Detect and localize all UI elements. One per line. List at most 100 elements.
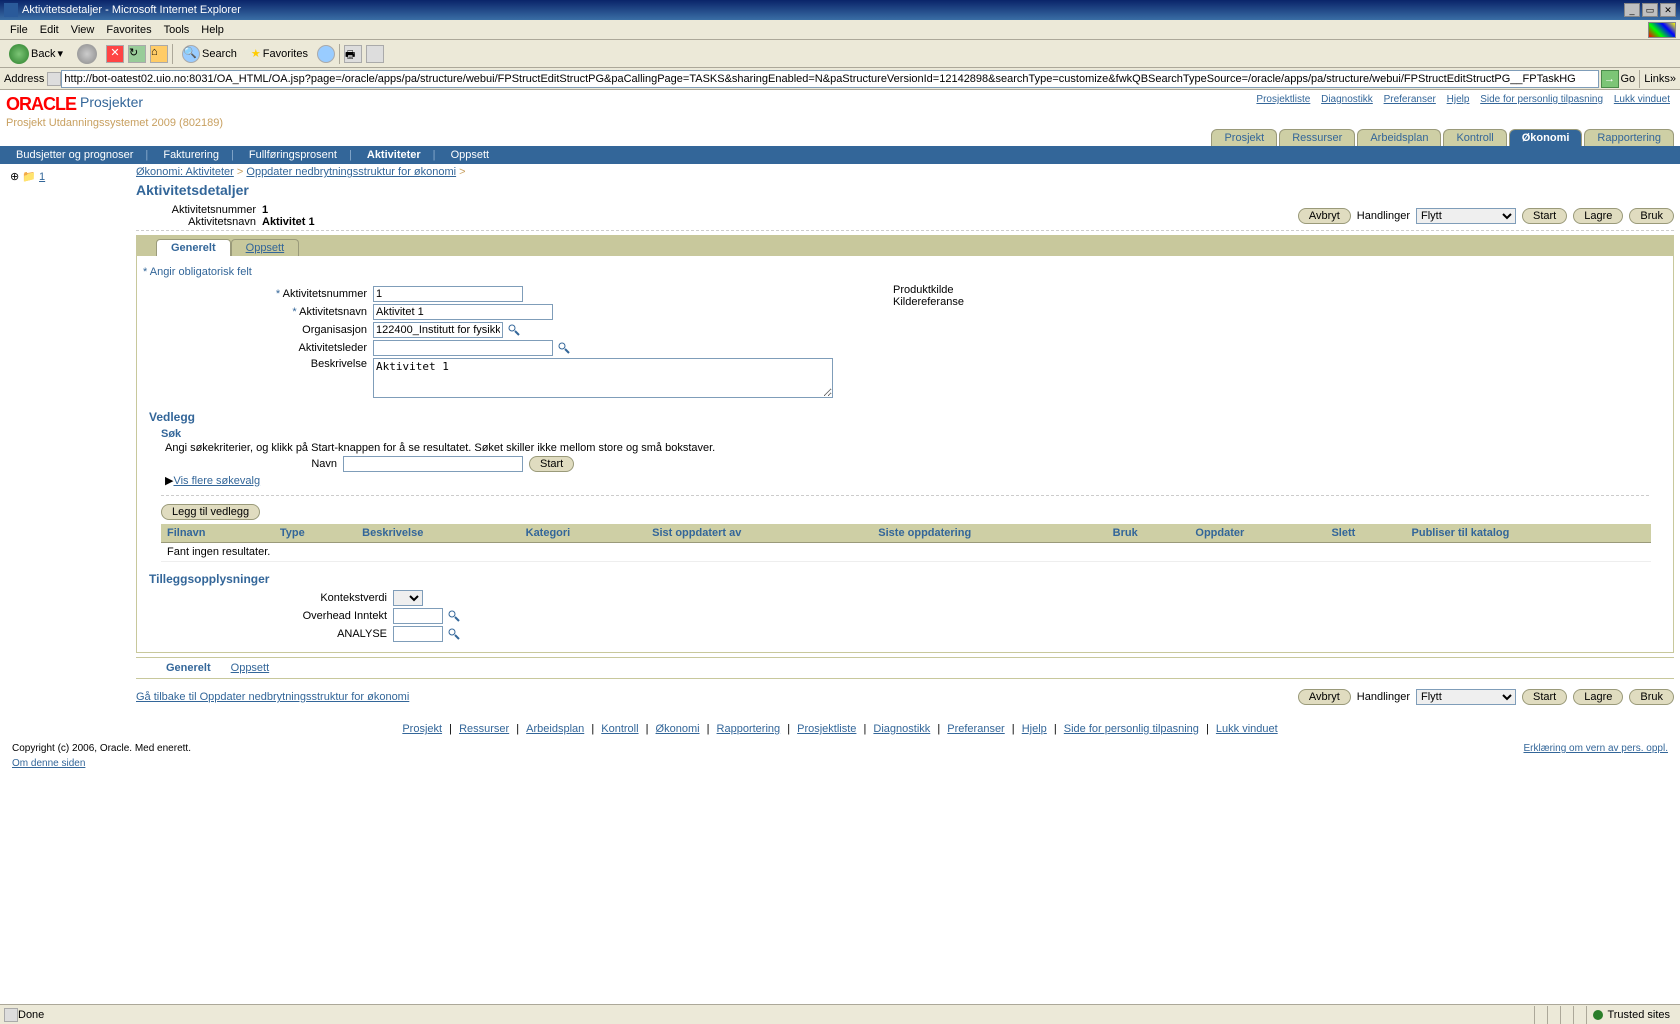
col-sistdato[interactable]: Siste oppdatering <box>872 524 1106 543</box>
tab-kontroll[interactable]: Kontroll <box>1443 129 1506 146</box>
col-oppdater[interactable]: Oppdater <box>1189 524 1325 543</box>
apply-button[interactable]: Bruk <box>1629 208 1674 224</box>
status-page-icon <box>4 1008 18 1022</box>
home-icon[interactable]: ⌂ <box>150 45 168 63</box>
tab-okonomi[interactable]: Økonomi <box>1509 129 1583 146</box>
refresh-icon[interactable]: ↻ <box>128 45 146 63</box>
ltab-bottom-oppsett[interactable]: Oppsett <box>231 662 270 674</box>
back-button[interactable]: Back ▾ <box>4 41 68 67</box>
col-filnavn[interactable]: Filnavn <box>161 524 274 543</box>
flink-kontroll[interactable]: Kontroll <box>601 723 638 735</box>
menu-tools[interactable]: Tools <box>158 24 196 36</box>
search-start-button[interactable]: Start <box>529 456 574 472</box>
save-button[interactable]: Lagre <box>1573 208 1623 224</box>
analyse-input[interactable] <box>393 626 443 642</box>
about-link[interactable]: Om denne siden <box>12 758 85 769</box>
links-label[interactable]: Links <box>1644 73 1670 85</box>
navn-input[interactable] <box>343 456 523 472</box>
organisasjon-input[interactable] <box>373 322 503 338</box>
overhead-input[interactable] <box>393 608 443 624</box>
kontekst-select[interactable] <box>393 590 423 606</box>
aktivitetsnummer-input[interactable] <box>373 286 523 302</box>
menu-file[interactable]: File <box>4 24 34 36</box>
menu-favorites[interactable]: Favorites <box>100 24 157 36</box>
restore-button[interactable]: ▭ <box>1642 3 1658 17</box>
link-personlig[interactable]: Side for personlig tilpasning <box>1480 94 1603 105</box>
go-label[interactable]: Go <box>1621 73 1636 85</box>
col-beskrivelse[interactable]: Beskrivelse <box>356 524 519 543</box>
aktivitetsnavn-input[interactable] <box>373 304 553 320</box>
col-bruk[interactable]: Bruk <box>1107 524 1190 543</box>
edit-icon[interactable] <box>366 45 384 63</box>
crumb-oppdater[interactable]: Oppdater nedbrytningsstruktur for økonom… <box>246 166 456 178</box>
menu-help[interactable]: Help <box>195 24 230 36</box>
tab-prosjekt[interactable]: Prosjekt <box>1211 129 1277 146</box>
subtab-oppsett[interactable]: Oppsett <box>451 149 490 161</box>
print-icon[interactable]: 🖶 <box>344 45 362 63</box>
flink-hjelp[interactable]: Hjelp <box>1022 723 1047 735</box>
tab-rapportering[interactable]: Rapportering <box>1584 129 1674 146</box>
crumb-okonomi[interactable]: Økonomi: Aktiviteter <box>136 166 234 178</box>
ltab-generelt[interactable]: Generelt <box>156 239 231 256</box>
cancel-button-bottom[interactable]: Avbryt <box>1298 689 1351 705</box>
subtab-aktiviteter[interactable]: Aktiviteter <box>367 149 421 161</box>
col-publiser[interactable]: Publiser til katalog <box>1406 524 1651 543</box>
tree-root[interactable]: ⊕ 📁 1 <box>10 170 132 183</box>
lov-icon[interactable] <box>447 609 461 623</box>
add-attachment-button[interactable]: Legg til vedlegg <box>161 504 260 520</box>
menu-view[interactable]: View <box>65 24 101 36</box>
stop-icon[interactable]: ✕ <box>106 45 124 63</box>
go-button[interactable]: → <box>1601 70 1619 88</box>
cancel-button[interactable]: Avbryt <box>1298 208 1351 224</box>
link-diagnostikk[interactable]: Diagnostikk <box>1321 94 1373 105</box>
tab-arbeidsplan[interactable]: Arbeidsplan <box>1357 129 1441 146</box>
address-input[interactable] <box>61 70 1598 88</box>
aktivitetsleder-input[interactable] <box>373 340 553 356</box>
flink-prosjektliste[interactable]: Prosjektliste <box>797 723 856 735</box>
subtab-fullforing[interactable]: Fullføringsprosent <box>249 149 337 161</box>
save-button-bottom[interactable]: Lagre <box>1573 689 1623 705</box>
start-button[interactable]: Start <box>1522 208 1567 224</box>
privacy-link[interactable]: Erklæring om vern av pers. oppl. <box>1523 743 1668 754</box>
back-link[interactable]: Gå tilbake til Oppdater nedbrytningsstru… <box>136 691 409 703</box>
col-type[interactable]: Type <box>274 524 356 543</box>
favorites-button[interactable]: ★Favorites <box>246 44 313 63</box>
ltab-oppsett[interactable]: Oppsett <box>231 239 300 256</box>
lov-icon[interactable] <box>507 323 521 337</box>
flink-prosjekt[interactable]: Prosjekt <box>402 723 442 735</box>
flink-rapportering[interactable]: Rapportering <box>717 723 781 735</box>
link-lukk[interactable]: Lukk vinduet <box>1614 94 1670 105</box>
col-sistav[interactable]: Sist oppdatert av <box>646 524 872 543</box>
lov-icon[interactable] <box>447 627 461 641</box>
minimize-button[interactable]: _ <box>1624 3 1640 17</box>
lov-icon[interactable] <box>557 341 571 355</box>
link-hjelp[interactable]: Hjelp <box>1447 94 1470 105</box>
history-icon[interactable] <box>317 45 335 63</box>
flink-okonomi[interactable]: Økonomi <box>656 723 700 735</box>
ltab-bottom-generelt[interactable]: Generelt <box>166 662 211 674</box>
beskrivelse-input[interactable]: Aktivitet 1 <box>373 358 833 398</box>
search-button[interactable]: 🔍Search <box>177 42 242 66</box>
sok-title: Søk <box>161 428 1673 440</box>
col-slett[interactable]: Slett <box>1325 524 1405 543</box>
close-button[interactable]: ✕ <box>1660 3 1676 17</box>
tab-ressurser[interactable]: Ressurser <box>1279 129 1355 146</box>
flink-lukk[interactable]: Lukk vinduet <box>1216 723 1278 735</box>
flink-personlig[interactable]: Side for personlig tilpasning <box>1064 723 1199 735</box>
flink-diagnostikk[interactable]: Diagnostikk <box>873 723 930 735</box>
flink-preferanser[interactable]: Preferanser <box>947 723 1004 735</box>
more-search[interactable]: ▶Vis flere søkevalg <box>165 474 1673 487</box>
link-preferanser[interactable]: Preferanser <box>1384 94 1436 105</box>
start-button-bottom[interactable]: Start <box>1522 689 1567 705</box>
apply-button-bottom[interactable]: Bruk <box>1629 689 1674 705</box>
subtab-fakturering[interactable]: Fakturering <box>163 149 219 161</box>
flink-ressurser[interactable]: Ressurser <box>459 723 509 735</box>
link-prosjektliste[interactable]: Prosjektliste <box>1256 94 1310 105</box>
actions-select-bottom[interactable]: Flytt <box>1416 689 1516 705</box>
col-kategori[interactable]: Kategori <box>520 524 646 543</box>
menu-edit[interactable]: Edit <box>34 24 65 36</box>
actions-select[interactable]: Flytt <box>1416 208 1516 224</box>
flink-arbeidsplan[interactable]: Arbeidsplan <box>526 723 584 735</box>
tree-root-label[interactable]: 1 <box>39 171 45 183</box>
subtab-budsjetter[interactable]: Budsjetter og prognoser <box>16 149 133 161</box>
